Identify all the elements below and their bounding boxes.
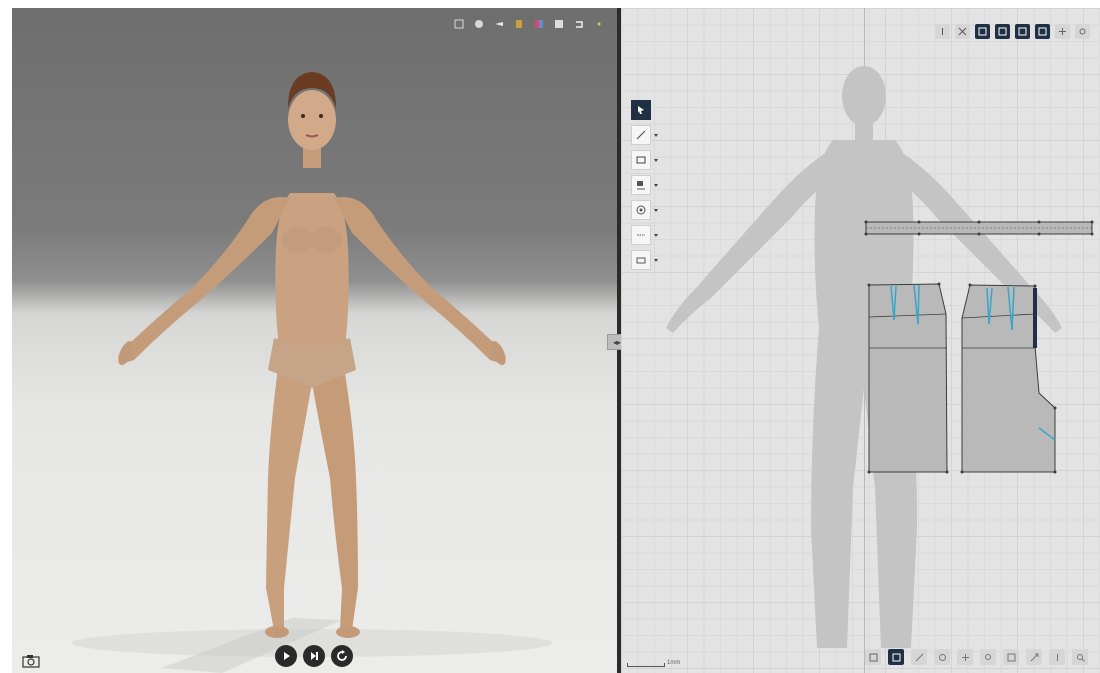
avatar-icon[interactable] [493,18,505,30]
view-d-icon[interactable] [1035,24,1050,39]
pen-icon[interactable] [631,125,651,145]
pin-icon[interactable] [935,24,950,39]
more-icon[interactable] [593,18,605,30]
transform-icon[interactable] [911,649,927,665]
select-icon[interactable] [453,18,465,30]
flip-icon[interactable] [1049,649,1065,665]
reset-icon[interactable] [331,645,353,667]
pen-menu-caret[interactable] [654,133,658,137]
layout-icon[interactable] [865,649,881,665]
avatar-scene [72,72,552,673]
display-icon[interactable] [473,18,485,30]
zoom-icon[interactable] [980,649,996,665]
select-arrow-icon[interactable] [631,100,651,120]
back-skirt-piece [961,284,1056,473]
view-a-icon[interactable] [975,24,990,39]
pattern-toolbar [935,24,1090,39]
pattern-bottom-toolbar [865,649,1088,665]
pattern-pieces [864,220,1094,474]
grid-icon[interactable] [1055,24,1070,39]
sewing-icon[interactable] [631,175,651,195]
color-icon[interactable] [533,18,545,30]
settings-icon[interactable] [1075,24,1090,39]
sewing-menu-caret[interactable] [654,183,658,187]
view-c-icon[interactable] [1015,24,1030,39]
search-icon[interactable] [1072,649,1088,665]
camera-icon[interactable] [22,654,40,668]
button-icon[interactable] [631,200,651,220]
cut-icon[interactable] [955,24,970,39]
fold-icon[interactable] [631,250,651,270]
expand-icon[interactable] [1026,649,1042,665]
pattern-window-2d[interactable]: 1mm [621,8,1100,673]
button-menu-caret[interactable] [654,208,658,212]
scale-bar [627,663,665,667]
topstitch-icon[interactable] [631,225,651,245]
rectangle-menu-caret[interactable] [654,158,658,162]
front-skirt-piece [868,283,948,473]
reset-icon[interactable] [934,649,950,665]
fold-menu-caret[interactable] [654,258,658,262]
viewport-toolbar [453,18,605,30]
view-b-icon[interactable] [995,24,1010,39]
pan-icon[interactable] [957,649,973,665]
texture-icon[interactable] [513,18,525,30]
play-icon[interactable] [275,645,297,667]
topstitch-menu-caret[interactable] [654,233,658,237]
fit-icon[interactable] [1003,649,1019,665]
simulation-controls [275,645,353,667]
scale-label: 1mm [667,660,681,666]
rectangle-icon[interactable] [631,150,651,170]
undo-icon[interactable] [573,18,585,30]
pattern-tools [631,100,658,270]
viewport-3d[interactable] [12,8,617,673]
step-forward-icon[interactable] [303,645,325,667]
select-icon[interactable] [888,649,904,665]
layer-icon[interactable] [553,18,565,30]
